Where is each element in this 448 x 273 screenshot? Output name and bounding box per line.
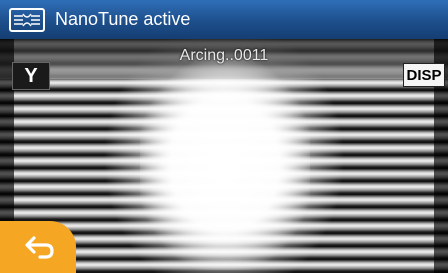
arc-status-text: Arcing..0011 bbox=[179, 47, 269, 64]
header-bar: NanoTune active bbox=[0, 0, 448, 39]
display-button[interactable]: DISP bbox=[403, 63, 445, 87]
y-axis-button[interactable]: Y bbox=[12, 62, 50, 90]
fiber-splicer-icon bbox=[9, 8, 45, 32]
back-arrow-icon bbox=[20, 230, 56, 265]
arc-glow bbox=[140, 60, 310, 270]
header-title: NanoTune active bbox=[55, 9, 191, 29]
splicer-screen: NanoTune active Arcing..0011 Y DISP bbox=[0, 0, 448, 273]
back-button[interactable] bbox=[0, 221, 76, 273]
